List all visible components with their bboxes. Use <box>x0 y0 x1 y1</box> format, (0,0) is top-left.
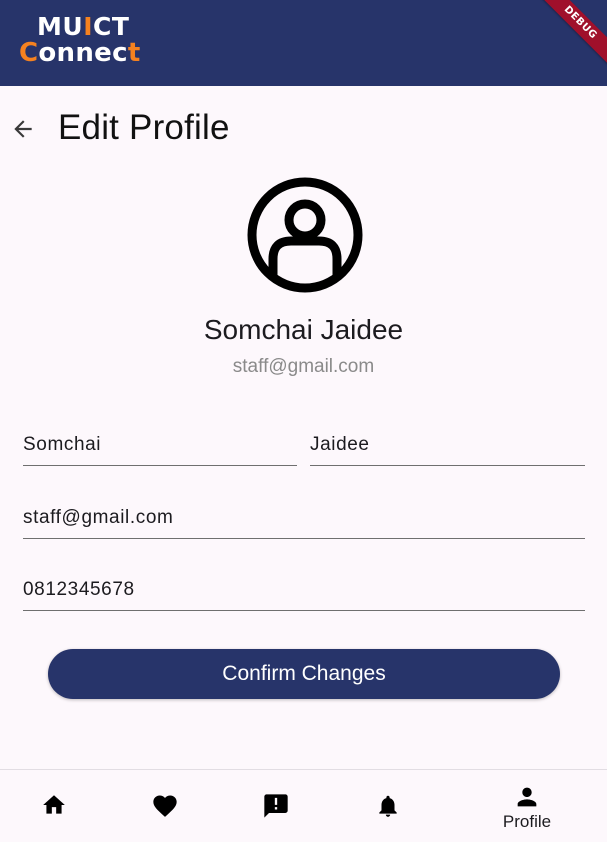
app-root: MUICT Connect DEBUG Edit Profile Somchai… <box>0 0 607 842</box>
back-button[interactable] <box>8 114 38 144</box>
heart-icon <box>153 795 177 817</box>
last-name-field-container <box>310 416 585 466</box>
phone-field[interactable] <box>23 575 585 605</box>
person-icon <box>517 787 537 807</box>
nav-item-notifications[interactable] <box>348 770 428 842</box>
nav-item-favorites[interactable] <box>125 770 205 842</box>
home-icon <box>43 795 65 814</box>
profile-name: Somchai Jaidee <box>203 314 404 345</box>
first-name-field[interactable] <box>23 430 297 460</box>
nav-item-home[interactable] <box>14 770 94 842</box>
app-bar: MUICT Connect DEBUG <box>0 0 607 86</box>
email-field[interactable] <box>23 503 585 533</box>
debug-banner: DEBUG <box>534 0 607 69</box>
logo-top-text: MUICT <box>37 12 130 41</box>
report-icon <box>264 794 288 818</box>
account-circle-icon <box>247 177 363 293</box>
last-name-field[interactable] <box>310 430 585 460</box>
avatar <box>245 175 365 295</box>
bell-icon <box>379 795 397 817</box>
nav-item-reports[interactable] <box>236 770 316 842</box>
arrow-left-icon <box>14 120 32 138</box>
bottom-navigation: Profile <box>0 769 607 842</box>
first-name-field-container <box>23 416 297 466</box>
page-title: Edit Profile <box>58 108 230 147</box>
nav-item-profile[interactable]: Profile <box>487 770 567 842</box>
phone-field-container <box>23 561 585 611</box>
confirm-changes-button[interactable]: Confirm Changes <box>48 649 560 699</box>
logo-bottom-text: Connect <box>19 38 141 68</box>
email-field-container <box>23 489 585 539</box>
nav-label-profile: Profile <box>502 812 552 831</box>
profile-email: staff@gmail.com <box>232 356 375 377</box>
muict-connect-logo: MUICT Connect <box>19 14 141 66</box>
